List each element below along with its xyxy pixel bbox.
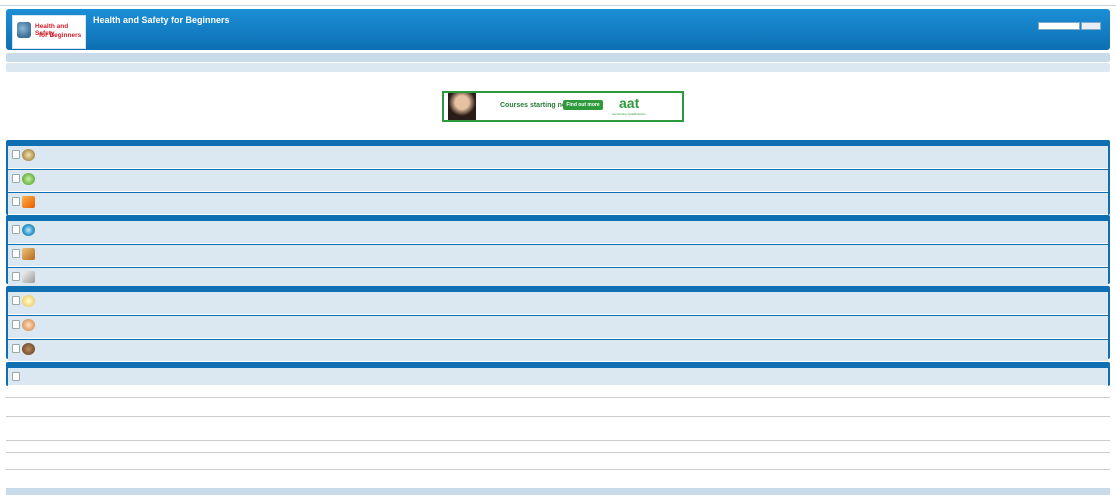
search-button[interactable] [1081, 22, 1101, 30]
read-marker-icon [12, 150, 20, 159]
read-marker-icon [12, 372, 20, 381]
search-input[interactable] [1038, 22, 1080, 30]
forum-row[interactable] [8, 340, 1108, 362]
divider [6, 440, 1110, 441]
site-title[interactable]: Health and Safety for Beginners [93, 15, 230, 25]
question-icon [22, 173, 35, 185]
read-marker-icon [12, 225, 20, 234]
hand-icon [22, 319, 35, 331]
logo-line-2: for Beginners [39, 32, 82, 39]
shield-icon [22, 149, 35, 161]
forum-row[interactable] [8, 193, 1108, 215]
ad-photo [448, 93, 476, 120]
ad-brand-sub: Accounting Qualifications [612, 112, 646, 116]
footer-navbar [6, 488, 1110, 495]
forum-row[interactable] [8, 245, 1108, 267]
bulb-icon [22, 295, 35, 307]
site-header: Health and Safety for Beginners Health a… [6, 9, 1110, 50]
read-marker-icon [12, 197, 20, 206]
divider [6, 416, 1110, 417]
scales-icon [22, 248, 35, 260]
divider [6, 469, 1110, 470]
forum-row[interactable] [8, 368, 1108, 386]
cards-icon [22, 271, 35, 283]
navbar-primary [6, 53, 1110, 62]
site-logo[interactable]: Health and Safety for Beginners [12, 15, 86, 49]
rss-icon [22, 196, 35, 208]
category-community [6, 286, 1110, 362]
ad-banner[interactable]: Courses starting now Find out more aat A… [442, 91, 684, 122]
forum-row[interactable] [8, 221, 1108, 244]
read-marker-icon [12, 272, 20, 281]
category-general [6, 140, 1110, 215]
bear-icon [22, 343, 35, 355]
ad-headline: Courses starting now [500, 102, 572, 109]
read-marker-icon [12, 174, 20, 183]
forum-row[interactable] [8, 316, 1108, 339]
navbar-secondary [6, 63, 1110, 72]
forum-row[interactable] [8, 292, 1108, 315]
logo-icon [17, 22, 31, 38]
ad-brand: aat [619, 95, 640, 111]
forum-row[interactable] [8, 146, 1108, 169]
divider [6, 452, 1110, 453]
globe-icon [22, 224, 35, 236]
divider [6, 397, 1110, 398]
category-jobs [6, 362, 1110, 386]
ad-find-out-more-button[interactable]: Find out more [563, 100, 603, 110]
forum-row[interactable] [8, 170, 1108, 192]
top-border [0, 0, 1116, 6]
read-marker-icon [12, 344, 20, 353]
read-marker-icon [12, 320, 20, 329]
category-discussion [6, 215, 1110, 290]
read-marker-icon [12, 249, 20, 258]
read-marker-icon [12, 296, 20, 305]
